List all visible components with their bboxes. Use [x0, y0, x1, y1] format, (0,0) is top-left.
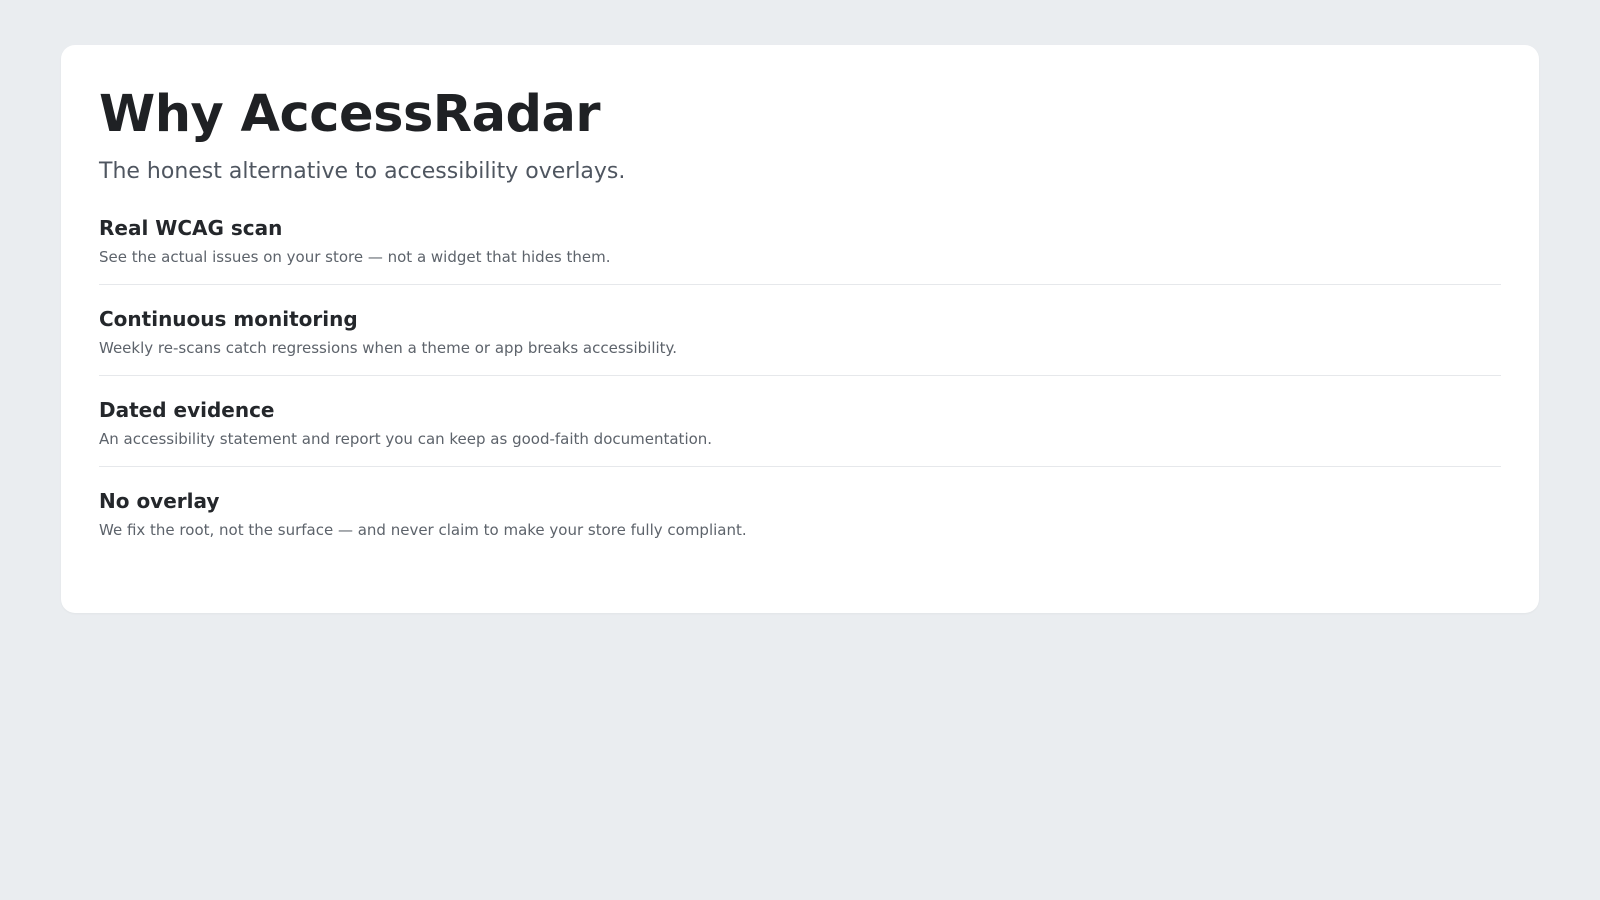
feature-title: Continuous monitoring — [99, 307, 358, 331]
feature-description: See the actual issues on your store — no… — [99, 248, 611, 266]
feature-title: Dated evidence — [99, 398, 275, 422]
feature-item-no-overlay: No overlay We fix the root, not the surf… — [99, 467, 1501, 558]
feature-description: Weekly re-scans catch regressions when a… — [99, 339, 678, 357]
page-subtitle: The honest alternative to accessibility … — [99, 159, 626, 184]
feature-title: No overlay — [99, 489, 220, 513]
feature-item-dated-evidence: Dated evidence An accessibility statemen… — [99, 376, 1501, 467]
feature-title: Real WCAG scan — [99, 216, 283, 240]
feature-item-real-wcag-scan: Real WCAG scan See the actual issues on … — [99, 194, 1501, 285]
feature-item-continuous-monitoring: Continuous monitoring Weekly re-scans ca… — [99, 285, 1501, 376]
feature-description: An accessibility statement and report yo… — [99, 430, 713, 448]
feature-list: Real WCAG scan See the actual issues on … — [99, 194, 1501, 558]
page-title: Why AccessRadar — [99, 85, 601, 144]
feature-description: We fix the root, not the surface — and n… — [99, 521, 747, 539]
content-card: Why AccessRadar The honest alternative t… — [61, 45, 1539, 613]
